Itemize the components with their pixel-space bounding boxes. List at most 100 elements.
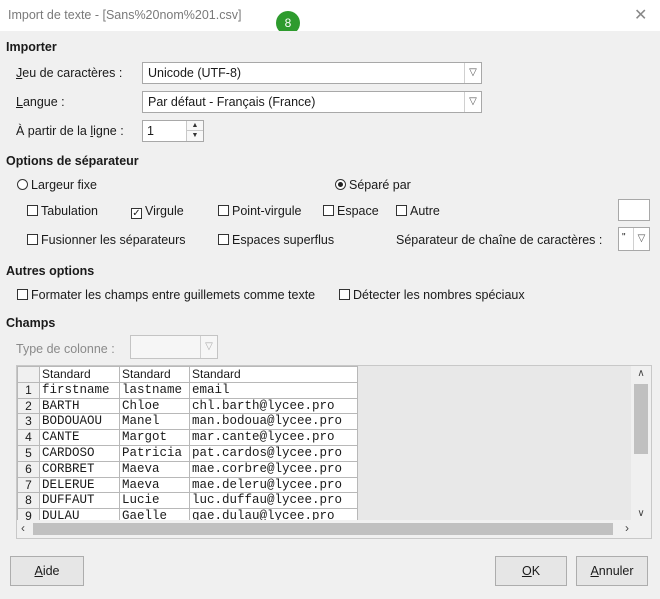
string-delimiter-value: "	[622, 232, 626, 243]
separated-by-radio[interactable]: Séparé par	[335, 178, 411, 192]
table-cell: lastname	[119, 381, 190, 399]
checkbox-icon[interactable]	[396, 205, 407, 216]
table-cell: mae.deleru@lycee.pro	[189, 476, 358, 494]
space-checkbox[interactable]: Espace	[323, 204, 379, 218]
chevron-down-icon[interactable]: ▽	[464, 92, 481, 112]
table-cell: chl.barth@lycee.pro	[189, 397, 358, 415]
separated-by-label: Séparé par	[349, 178, 411, 192]
table-cell: Patricia	[119, 444, 190, 462]
checkbox-icon[interactable]	[323, 205, 334, 216]
table-cell: BARTH	[39, 397, 120, 415]
comma-label: Virgule	[145, 204, 184, 218]
ok-button[interactable]: OK	[495, 556, 567, 586]
fixed-width-radio[interactable]: Largeur fixe	[17, 178, 97, 192]
semicolon-checkbox[interactable]: Point-virgule	[218, 204, 301, 218]
table-row: 3 BODOUAOU Manel man.bodoua@lycee.pro	[17, 413, 358, 431]
from-row-value: 1	[147, 124, 154, 138]
language-dropdown[interactable]: Par défaut - Français (France) ▽	[142, 91, 482, 113]
from-row-spinner[interactable]: 1 ▲ ▼	[142, 120, 204, 142]
vertical-scrollbar[interactable]: ∧ ∨	[631, 366, 651, 521]
column-header[interactable]: Standard	[39, 366, 120, 383]
scroll-left-icon[interactable]: ‹	[21, 521, 25, 535]
space-label: Espace	[337, 204, 379, 218]
radio-icon[interactable]	[17, 179, 28, 190]
language-label: Langue :	[16, 95, 65, 109]
table-row: 7 DELERUE Maeva mae.deleru@lycee.pro	[17, 476, 358, 494]
window-title: Import de texte - [Sans%20nom%201.csv]	[8, 8, 242, 22]
table-row: 6 CORBRET Maeva mae.corbre@lycee.pro	[17, 460, 358, 478]
grid-corner	[17, 366, 40, 383]
scroll-right-icon[interactable]: ›	[625, 521, 629, 535]
row-number: 5	[17, 444, 40, 462]
help-button[interactable]: Aide	[10, 556, 84, 586]
checkbox-icon[interactable]	[17, 289, 28, 300]
chevron-down-icon[interactable]: ▽	[464, 63, 481, 83]
checkbox-icon[interactable]	[218, 205, 229, 216]
string-delimiter-dropdown[interactable]: " ▽	[618, 227, 650, 251]
checkbox-icon[interactable]	[27, 234, 38, 245]
column-type-dropdown[interactable]: ▽	[130, 335, 218, 359]
radio-selected-icon[interactable]	[335, 179, 346, 190]
trim-spaces-checkbox[interactable]: Espaces superflus	[218, 233, 334, 247]
other-label: Autre	[410, 204, 440, 218]
cancel-label-part: A	[590, 564, 599, 578]
column-header[interactable]: Standard	[119, 366, 190, 383]
cancel-button[interactable]: Annuler	[576, 556, 648, 586]
chevron-down-icon[interactable]: ▽	[200, 336, 217, 358]
table-cell: CORBRET	[39, 460, 120, 478]
table-cell: BODOUAOU	[39, 413, 120, 431]
detect-special-checkbox[interactable]: Détecter les nombres spéciaux	[339, 288, 525, 302]
detect-special-label: Détecter les nombres spéciaux	[353, 288, 525, 302]
scroll-corner	[631, 520, 651, 538]
row-number: 6	[17, 460, 40, 478]
checkbox-icon[interactable]	[27, 205, 38, 216]
merge-checkbox[interactable]: Fusionner les séparateurs	[27, 233, 186, 247]
ok-label-part: O	[521, 564, 532, 578]
column-header[interactable]: Standard	[189, 366, 358, 383]
spin-up-icon[interactable]: ▲	[186, 121, 203, 131]
column-type-label: Type de colonne :	[16, 342, 115, 356]
title-bar: Import de texte - [Sans%20nom%201.csv] 8…	[0, 0, 660, 35]
scroll-down-icon[interactable]: ∨	[631, 508, 651, 519]
separator-heading: Options de séparateur	[6, 154, 139, 168]
cancel-label-part: nnuler	[598, 564, 634, 578]
tab-checkbox[interactable]: Tabulation	[27, 204, 98, 218]
table-cell: man.bodoua@lycee.pro	[189, 413, 358, 431]
charset-dropdown[interactable]: Unicode (UTF-8) ▽	[142, 62, 482, 84]
spin-down-icon[interactable]: ▼	[186, 131, 203, 141]
checkbox-icon[interactable]	[218, 234, 229, 245]
horizontal-scrollbar[interactable]: ‹ ›	[17, 520, 633, 538]
from-row-label-part: igne :	[93, 124, 124, 138]
preview-table: Standard Standard Standard 1 firstname las…	[17, 366, 358, 525]
table-cell: Manel	[119, 413, 190, 431]
charset-label: Jeu de caractères :	[16, 66, 123, 80]
scroll-up-icon[interactable]: ∧	[631, 368, 651, 379]
table-row: 1 firstname lastname email	[17, 381, 358, 399]
checkbox-checked-icon[interactable]: ✓	[131, 208, 142, 219]
chevron-down-icon[interactable]: ▽	[633, 228, 649, 250]
table-cell: email	[189, 381, 358, 399]
other-checkbox[interactable]: Autre	[396, 204, 440, 218]
charset-value: Unicode (UTF-8)	[148, 66, 242, 80]
semicolon-label: Point-virgule	[232, 204, 302, 218]
table-row: 4 CANTE Margot mar.cante@lycee.pro	[17, 429, 358, 446]
other-separator-input[interactable]	[618, 199, 650, 221]
row-number: 1	[17, 381, 40, 399]
row-number: 8	[17, 492, 40, 510]
language-value: Par défaut - Français (France)	[148, 95, 316, 109]
table-cell: firstname	[39, 381, 120, 399]
table-row: 5 CARDOSO Patricia pat.cardos@lycee.pro	[17, 444, 358, 462]
close-icon[interactable]: ✕	[634, 5, 647, 25]
charset-label-text: eu de caractères :	[22, 66, 123, 80]
checkbox-icon[interactable]	[339, 289, 350, 300]
scroll-thumb[interactable]	[634, 384, 648, 454]
from-row-label-part: À partir de la	[16, 124, 91, 138]
preview-grid[interactable]: Standard Standard Standard 1 firstname las…	[16, 365, 652, 539]
string-delimiter-label: Séparateur de chaîne de caractères :	[396, 233, 603, 247]
scroll-thumb[interactable]	[33, 523, 613, 535]
table-cell: pat.cardos@lycee.pro	[189, 444, 358, 462]
comma-checkbox[interactable]: ✓ Virgule	[131, 204, 184, 219]
help-label-part: A	[34, 564, 43, 578]
trim-spaces-label: Espaces superflus	[232, 233, 335, 247]
quoted-as-text-checkbox[interactable]: Formater les champs entre guillemets com…	[17, 288, 315, 302]
